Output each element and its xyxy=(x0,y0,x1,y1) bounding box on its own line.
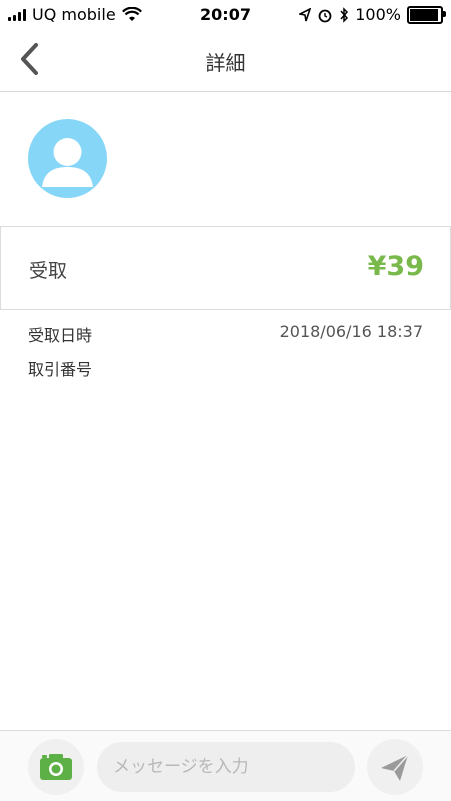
battery-icon xyxy=(407,5,446,24)
amount-card: 受取 ¥39 xyxy=(0,226,451,310)
camera-button[interactable] xyxy=(28,739,84,795)
message-composer xyxy=(0,730,451,801)
transaction-type-label: 受取 xyxy=(29,260,68,282)
detail-row-transaction-id: 取引番号 xyxy=(28,356,423,379)
camera-icon xyxy=(40,754,72,780)
detail-key: 受取日時 xyxy=(28,326,93,345)
location-icon xyxy=(299,7,312,21)
status-bar: UQ mobile 20:07 100% xyxy=(0,0,451,30)
page-title: 詳細 xyxy=(205,51,246,75)
detail-key: 取引番号 xyxy=(28,360,93,379)
nav-bar: 詳細 xyxy=(0,30,451,92)
status-right: 100% xyxy=(299,5,446,24)
battery-percent: 100% xyxy=(355,5,401,24)
message-input[interactable] xyxy=(97,742,355,792)
detail-row-received-at: 受取日時 2018/06/16 18:37 xyxy=(28,322,423,345)
user-icon xyxy=(42,138,93,187)
amount-value: ¥39 xyxy=(367,251,424,282)
send-button[interactable] xyxy=(367,739,423,795)
detail-value: 2018/06/16 18:37 xyxy=(279,322,423,341)
bluetooth-icon xyxy=(340,6,349,23)
send-icon xyxy=(381,754,409,781)
avatar xyxy=(28,119,107,198)
alarm-icon xyxy=(318,9,332,22)
